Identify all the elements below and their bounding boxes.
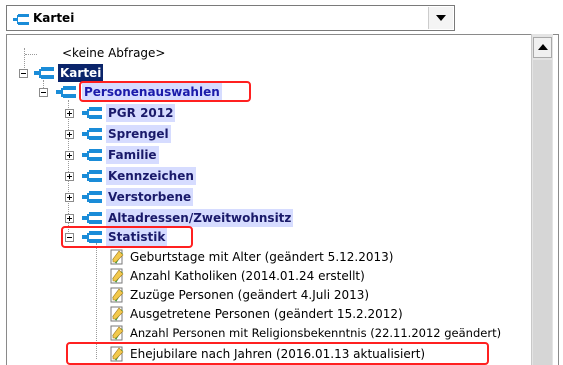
annotation-highlight-ehejubilare [66, 342, 489, 365]
tree-item-query[interactable]: Anzahl Personen mit Religionsbekenntnis … [110, 324, 530, 342]
collapse-icon[interactable] [39, 88, 48, 97]
query-document-icon [110, 249, 124, 265]
tree-item-no-query[interactable]: <keine Abfrage> [18, 44, 418, 62]
chevron-down-icon [436, 15, 446, 21]
expand-icon[interactable] [65, 193, 74, 202]
query-document-icon [110, 268, 124, 284]
dropdown-selected-value: Kartei [33, 11, 75, 25]
tree-item-query[interactable]: Geburtstage mit Alter (geändert 5.12.201… [110, 248, 530, 266]
scroll-track[interactable] [533, 60, 552, 365]
network-icon [56, 86, 76, 98]
query-document-icon [110, 325, 124, 341]
expand-icon[interactable] [65, 109, 74, 118]
network-icon [82, 170, 102, 182]
query-document-icon [110, 306, 124, 322]
tree-item-group[interactable]: Sprengel [62, 125, 262, 143]
query-document-icon [110, 287, 124, 303]
network-icon [82, 149, 102, 161]
scroll-up-button[interactable] [533, 37, 552, 58]
annotation-highlight-personenauswahlen [79, 81, 251, 102]
arrow-up-icon [538, 44, 548, 50]
tree-item-kartei[interactable]: Kartei [16, 64, 216, 82]
network-icon [82, 212, 102, 224]
expand-icon[interactable] [65, 214, 74, 223]
network-icon [82, 191, 102, 203]
expand-icon[interactable] [65, 172, 74, 181]
network-icon [13, 14, 29, 25]
tree-item-group[interactable]: PGR 2012 [62, 104, 262, 122]
tree-item-group[interactable]: Verstorbene [62, 188, 262, 206]
tree-item-query[interactable]: Zuzüge Personen (geändert 4.Juli 2013) [110, 286, 530, 304]
tree-item-group[interactable]: Altadressen/Zweitwohnsitz [62, 209, 322, 227]
network-icon [82, 107, 102, 119]
expand-icon[interactable] [65, 130, 74, 139]
annotation-highlight-statistik [61, 226, 193, 248]
tree-item-group[interactable]: Kennzeichen [62, 167, 262, 185]
tree-item-query[interactable]: Ausgetretene Personen (geändert 15.2.201… [110, 305, 530, 323]
tree-item-query[interactable]: Anzahl Katholiken (2014.01.24 erstellt) [110, 267, 530, 285]
tree-item-group[interactable]: Familie [62, 146, 262, 164]
network-icon [34, 67, 54, 79]
network-icon [82, 128, 102, 140]
dropdown-arrow-button[interactable] [428, 7, 453, 29]
collapse-icon[interactable] [19, 69, 28, 78]
expand-icon[interactable] [65, 151, 74, 160]
view-select-dropdown[interactable]: Kartei [6, 5, 455, 31]
vertical-scrollbar[interactable] [531, 34, 553, 365]
